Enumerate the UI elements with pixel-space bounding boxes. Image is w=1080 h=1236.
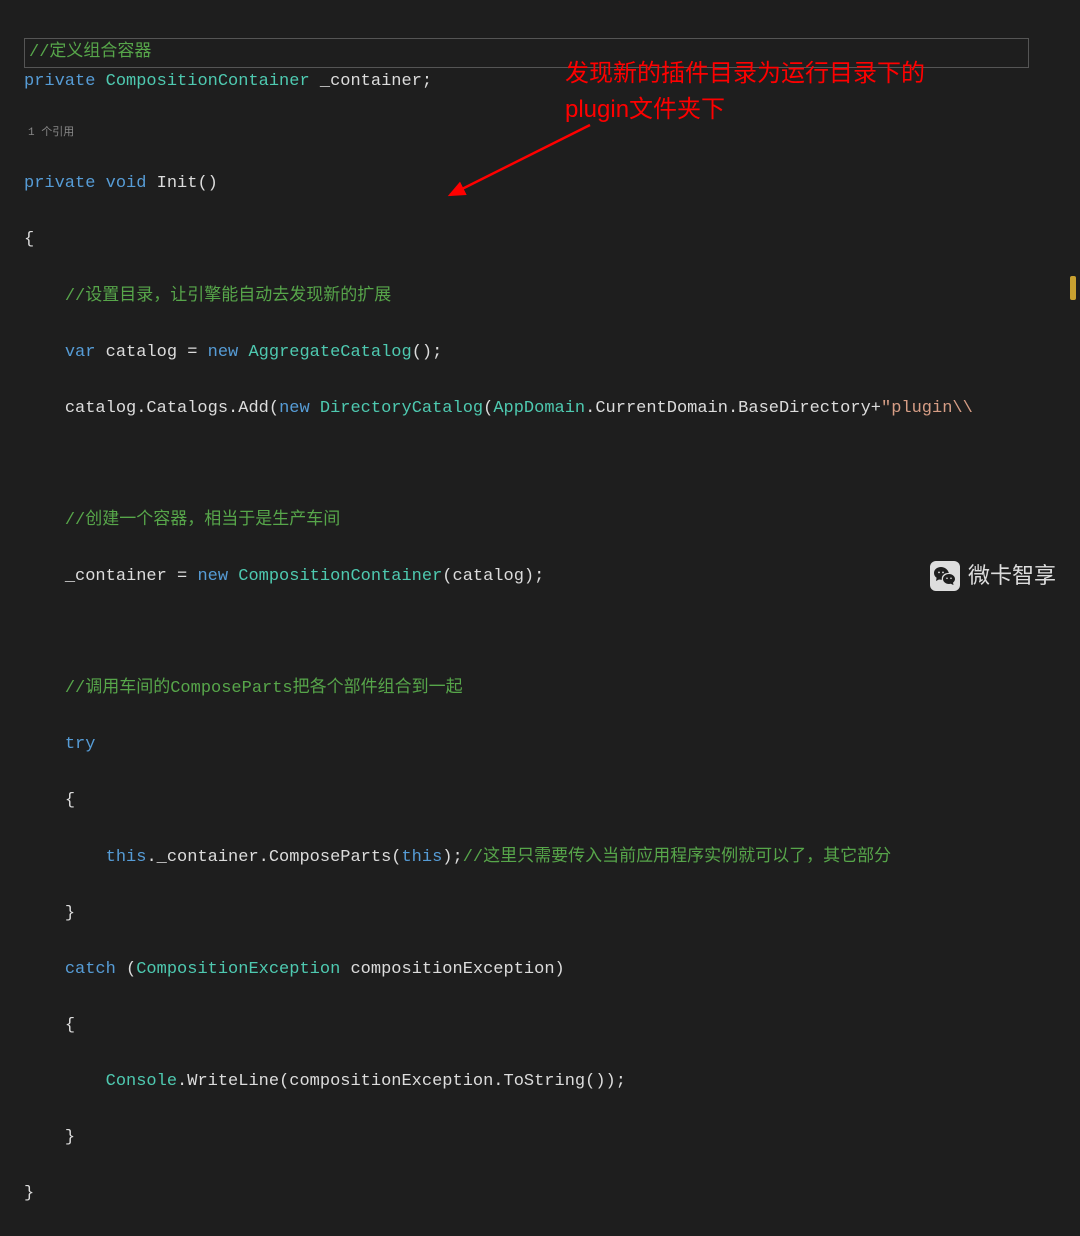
code-line: }	[24, 1180, 1080, 1208]
code-line: var catalog = new AggregateCatalog();	[24, 339, 1080, 367]
code-line: {	[24, 226, 1080, 254]
highlighted-line: //定义组合容器	[24, 38, 1029, 68]
code-line: private void Init()	[24, 170, 1080, 198]
code-line: }	[24, 900, 1080, 928]
code-line: this._container.ComposeParts(this);//这里只…	[24, 844, 1080, 872]
blank-line	[24, 451, 1080, 479]
scroll-indicator	[1070, 276, 1076, 300]
code-line: _container = new CompositionContainer(ca…	[24, 563, 1080, 591]
wechat-icon	[930, 561, 960, 591]
codelens-references[interactable]: 1 个引用	[24, 124, 1080, 142]
code-line: //调用车间的ComposeParts把各个部件组合到一起	[24, 675, 1080, 703]
watermark-text: 微卡智享	[968, 558, 1056, 594]
code-editor[interactable]: //定义组合容器 private CompositionContainer _c…	[0, 0, 1080, 1236]
code-line: //设置目录，让引擎能自动去发现新的扩展	[24, 283, 1080, 311]
comment: //定义组合容器	[29, 43, 151, 62]
code-line: {	[24, 1012, 1080, 1040]
code-line: try	[24, 731, 1080, 759]
code-line: {	[24, 787, 1080, 815]
code-line: catalog.Catalogs.Add(new DirectoryCatalo…	[24, 395, 1080, 423]
code-line: Console.WriteLine(compositionException.T…	[24, 1068, 1080, 1096]
code-line: private CompositionContainer _container;	[24, 68, 1080, 96]
watermark: 微卡智享	[930, 558, 1056, 594]
code-line: catch (CompositionException compositionE…	[24, 956, 1080, 984]
blank-line	[24, 619, 1080, 647]
code-line: //创建一个容器，相当于是生产车间	[24, 507, 1080, 535]
code-line: }	[24, 1124, 1080, 1152]
